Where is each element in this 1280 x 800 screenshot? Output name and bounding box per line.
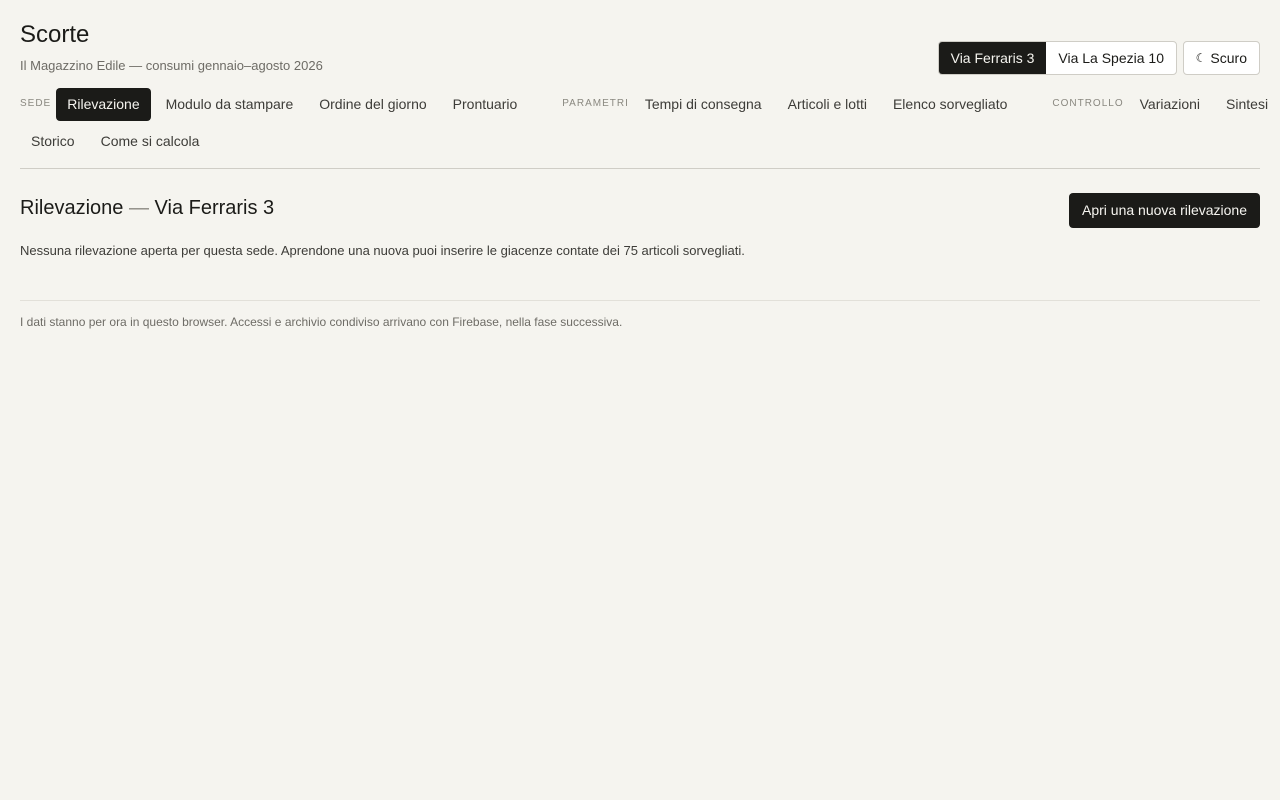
nav-item-ordine-del-giorno[interactable]: Ordine del giorno — [308, 88, 437, 121]
footer-note: I dati stanno per ora in questo browser.… — [20, 315, 623, 329]
nav-item-tempi-di-consegna[interactable]: Tempi di consegna — [634, 88, 773, 121]
nav-item-come-si-calcola[interactable]: Come si calcola — [90, 125, 211, 158]
new-survey-button[interactable]: Apri una nuova rilevazione — [1069, 193, 1260, 228]
nav-item-rilevazione[interactable]: Rilevazione — [56, 88, 151, 121]
footer-divider — [20, 300, 1260, 301]
section-title: Rilevazione — Via Ferraris 3 — [20, 197, 274, 220]
section-title-site: Via Ferraris 3 — [154, 197, 275, 219]
theme-toggle-label: Scuro — [1210, 50, 1247, 66]
nav-divider-line — [20, 168, 1260, 169]
nav-item-sintesi[interactable]: Sintesi — [1215, 88, 1279, 121]
section-title-label: Rilevazione — [20, 197, 124, 219]
theme-toggle-button[interactable]: ☾ Scuro — [1182, 41, 1260, 75]
moon-icon: ☾ — [1195, 51, 1207, 65]
site-switcher: Via Ferraris 3 Via La Spezia 10 — [937, 41, 1177, 75]
nav-group-label-controllo: CONTROLLO — [1052, 98, 1124, 109]
site-option-via-la-spezia[interactable]: Via La Spezia 10 — [1046, 42, 1176, 74]
nav-item-elenco-sorvegliato[interactable]: Elenco sorvegliato — [882, 88, 1018, 121]
section-title-dash: — — [128, 197, 149, 219]
page-title: Scorte — [20, 21, 90, 48]
nav-group-label-parametri: PARAMETRI — [562, 98, 629, 109]
nav-item-articoli-e-lotti[interactable]: Articoli e lotti — [777, 88, 878, 121]
site-option-via-ferraris[interactable]: Via Ferraris 3 — [938, 42, 1047, 74]
nav-row: Storico Come si calcola — [20, 125, 1260, 158]
nav-item-modulo-da-stampare[interactable]: Modulo da stampare — [155, 88, 305, 121]
page-subtitle: Il Magazzino Edile — consumi gennaio–ago… — [20, 58, 323, 73]
nav-item-storico[interactable]: Storico — [20, 125, 86, 158]
main-nav: SEDE Rilevazione Modulo da stampare Ordi… — [20, 88, 1268, 158]
nav-item-variazioni[interactable]: Variazioni — [1129, 88, 1211, 121]
nav-item-prontuario[interactable]: Prontuario — [442, 88, 529, 121]
nav-group-label-sede: SEDE — [20, 98, 52, 109]
nav-row: SEDE Rilevazione Modulo da stampare Ordi… — [20, 88, 1268, 121]
empty-state-message: Nessuna rilevazione aperta per questa se… — [20, 243, 745, 258]
